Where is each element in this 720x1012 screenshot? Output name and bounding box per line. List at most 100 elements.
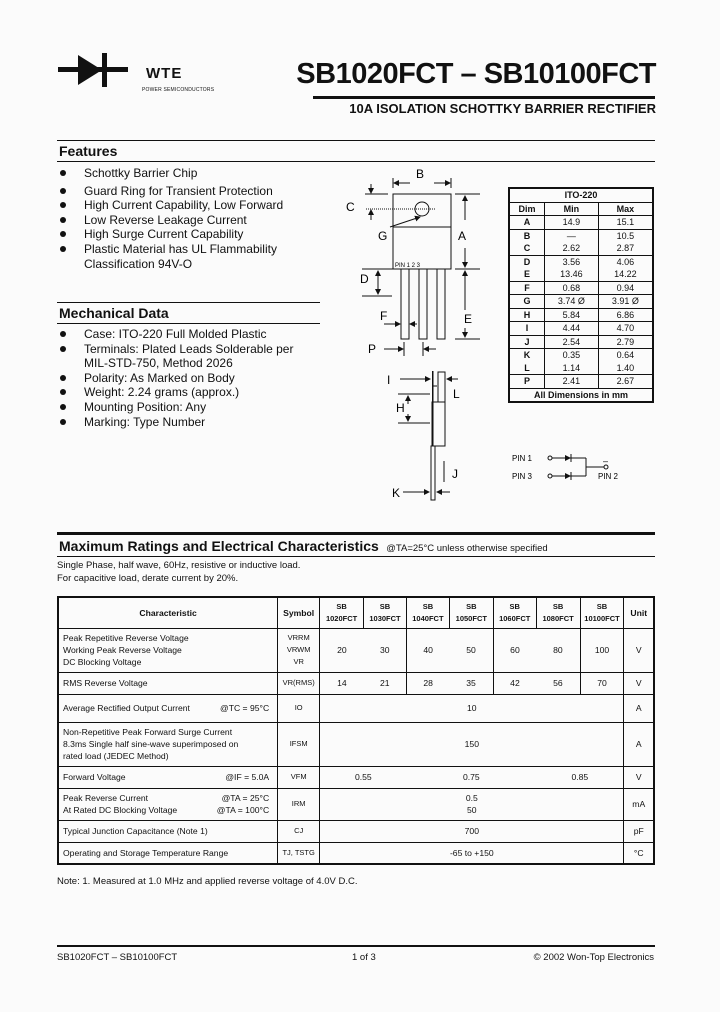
pin3-label: PIN 3 xyxy=(512,472,533,481)
table-row: Peak Reverse Current @TA = 25°C At Rated D… xyxy=(58,788,654,820)
pin1-label: PIN 1 xyxy=(512,454,533,463)
ratings-rule-top xyxy=(57,532,655,535)
dim-max: 15.1 xyxy=(597,215,654,229)
part-prefix: SB xyxy=(552,601,564,611)
part-prefix: SB xyxy=(466,601,477,611)
characteristic-text: Peak Repetitive Reverse Voltage xyxy=(63,633,189,643)
characteristic-text: Peak Reverse Current xyxy=(63,793,149,803)
dimensions-row: B —10.5 xyxy=(508,228,654,242)
dim-name: I xyxy=(508,321,545,335)
part-number: 1060FCT xyxy=(499,613,531,623)
footer-rule xyxy=(57,945,655,947)
logo-tagline: POWER SEMICONDUCTORS xyxy=(142,87,215,93)
dim-min: 5.84 xyxy=(543,307,599,322)
unit-cell: mA xyxy=(623,788,654,820)
unit-cell: V xyxy=(623,766,654,788)
characteristic-cell: Peak Repetitive Reverse Voltage Working P… xyxy=(58,628,279,672)
dimensions-header: Min xyxy=(543,201,599,216)
footer-page-number: 1 of 3 xyxy=(352,952,376,963)
dim-min: 3.74 Ø xyxy=(543,294,599,308)
list-item: Terminals: Plated Leads Solderable per M… xyxy=(58,342,314,371)
dimensions-row: I 4.44 4.70 xyxy=(508,321,654,335)
dim-max: 4.06 xyxy=(597,254,654,268)
value-cell: 100 xyxy=(594,645,610,655)
dim-name: D xyxy=(508,254,545,268)
dim-label-b: B xyxy=(416,167,424,181)
header-unit: Unit xyxy=(623,597,654,628)
dim-max: 1.40 xyxy=(597,361,654,375)
dim-max: 3.91 Ø xyxy=(597,294,654,308)
characteristic-text: At Rated DC Blocking Voltage xyxy=(63,805,178,815)
table-row: Non-Repetitive Peak Forward Surge Curren… xyxy=(58,722,654,766)
unit-cell: A xyxy=(623,694,654,722)
footnote: Note: 1. Measured at 1.0 MHz and applied… xyxy=(57,876,358,887)
value-cell: 0.75 xyxy=(462,772,480,782)
value-cell: 80 xyxy=(536,628,581,672)
pin2-label: PIN 2 xyxy=(598,472,619,481)
dimensions-footer: All Dimensions in mm xyxy=(508,387,654,402)
symbol-text: VR xyxy=(293,657,304,666)
part-prefix: SB xyxy=(336,601,347,611)
characteristic-text: rated load (JEDEC Method) xyxy=(63,751,169,761)
symbol-cell: IO xyxy=(277,694,321,722)
symbol-cell: VRRM VRWM VR xyxy=(277,628,321,672)
dimensions-row: K 0.35 0.64 xyxy=(508,348,654,362)
symbol-text: VRWM xyxy=(286,645,311,654)
dim-label-p: P xyxy=(368,342,376,356)
characteristic-text: Working Peak Reverse Voltage xyxy=(63,645,182,655)
dim-label-k: K xyxy=(392,486,400,500)
footer-copyright: © 2002 Won-Top Electronics xyxy=(533,952,654,963)
condition-text: @TC = 95°C xyxy=(219,703,270,713)
list-item: Polarity: As Marked on Body xyxy=(58,371,323,386)
section-rule xyxy=(57,140,655,141)
header-part: SB 1030FCT xyxy=(363,597,407,628)
dim-max: 2.67 xyxy=(597,374,654,388)
dim-label-j: J xyxy=(452,467,458,481)
mechanical-list: Case: ITO-220 Full Molded Plastic Termin… xyxy=(58,327,323,429)
value-text: 0.5 xyxy=(465,793,478,803)
header-part: SB 1020FCT xyxy=(319,597,365,628)
characteristic-text: Average Rectified Output Current xyxy=(63,703,190,713)
dim-min: 3.56 xyxy=(543,254,599,268)
dim-label-d: D xyxy=(360,272,369,286)
dim-max: 4.70 xyxy=(597,321,654,335)
list-item: Low Reverse Leakage Current xyxy=(58,213,328,228)
symbol-text: IO xyxy=(294,703,303,712)
value-cell: 35 xyxy=(449,672,494,694)
unit-cell: pF xyxy=(623,820,654,842)
unit-cell: A xyxy=(623,722,654,766)
page-title: SB1020FCT – SB10100FCT xyxy=(296,58,656,90)
dim-name: E xyxy=(508,268,545,281)
dim-min: 2.62 xyxy=(543,242,599,255)
header-part: SB 1080FCT xyxy=(536,597,581,628)
symbol-cell: TJ, TSTG xyxy=(277,842,321,864)
dim-max: 14.22 xyxy=(597,268,654,281)
symbol-cell: IFSM xyxy=(277,722,321,766)
unit-cell: V xyxy=(623,672,654,694)
characteristic-text: Operating and Storage Temperature Range xyxy=(63,847,229,858)
value-cell: -65 to +150 xyxy=(449,847,494,858)
dim-max: 0.64 xyxy=(597,348,654,362)
dim-max: 0.94 xyxy=(597,280,654,295)
dim-name: F xyxy=(508,280,545,295)
condition-text: @TA = 25°C xyxy=(221,793,270,803)
dimensions-row: L 1.14 1.40 xyxy=(508,361,654,375)
part-number: 1030FCT xyxy=(369,613,401,623)
dimensions-package: ITO-220 xyxy=(508,188,654,202)
symbol-cell: VFM xyxy=(277,766,321,788)
dimensions-header: Dim xyxy=(508,201,545,216)
ratings-note-2: For capacitive load, derate current by 2… xyxy=(57,573,239,584)
value-cell: 14 xyxy=(337,678,347,688)
dim-name: G xyxy=(508,294,545,308)
dim-min: 0.68 xyxy=(543,280,599,295)
characteristic-cell: Average Rectified Output Current @TC = 95… xyxy=(58,694,279,722)
pin-label: PIN 1 2 3 xyxy=(395,263,421,269)
characteristic-text: Non-Repetitive Peak Forward Surge Curren… xyxy=(63,727,233,737)
dim-label-c: C xyxy=(346,200,355,214)
condition-text: @TA = 100°C xyxy=(216,805,270,815)
value-cell: 150 xyxy=(464,739,479,749)
dim-label-a: A xyxy=(458,229,466,243)
table-row: Average Rectified Output Current @TC = 95… xyxy=(58,694,654,722)
table-row: RMS Reverse Voltage VR(RMS) 14 21 28 35 42 56 70… xyxy=(58,672,654,694)
dim-name: J xyxy=(508,334,545,349)
